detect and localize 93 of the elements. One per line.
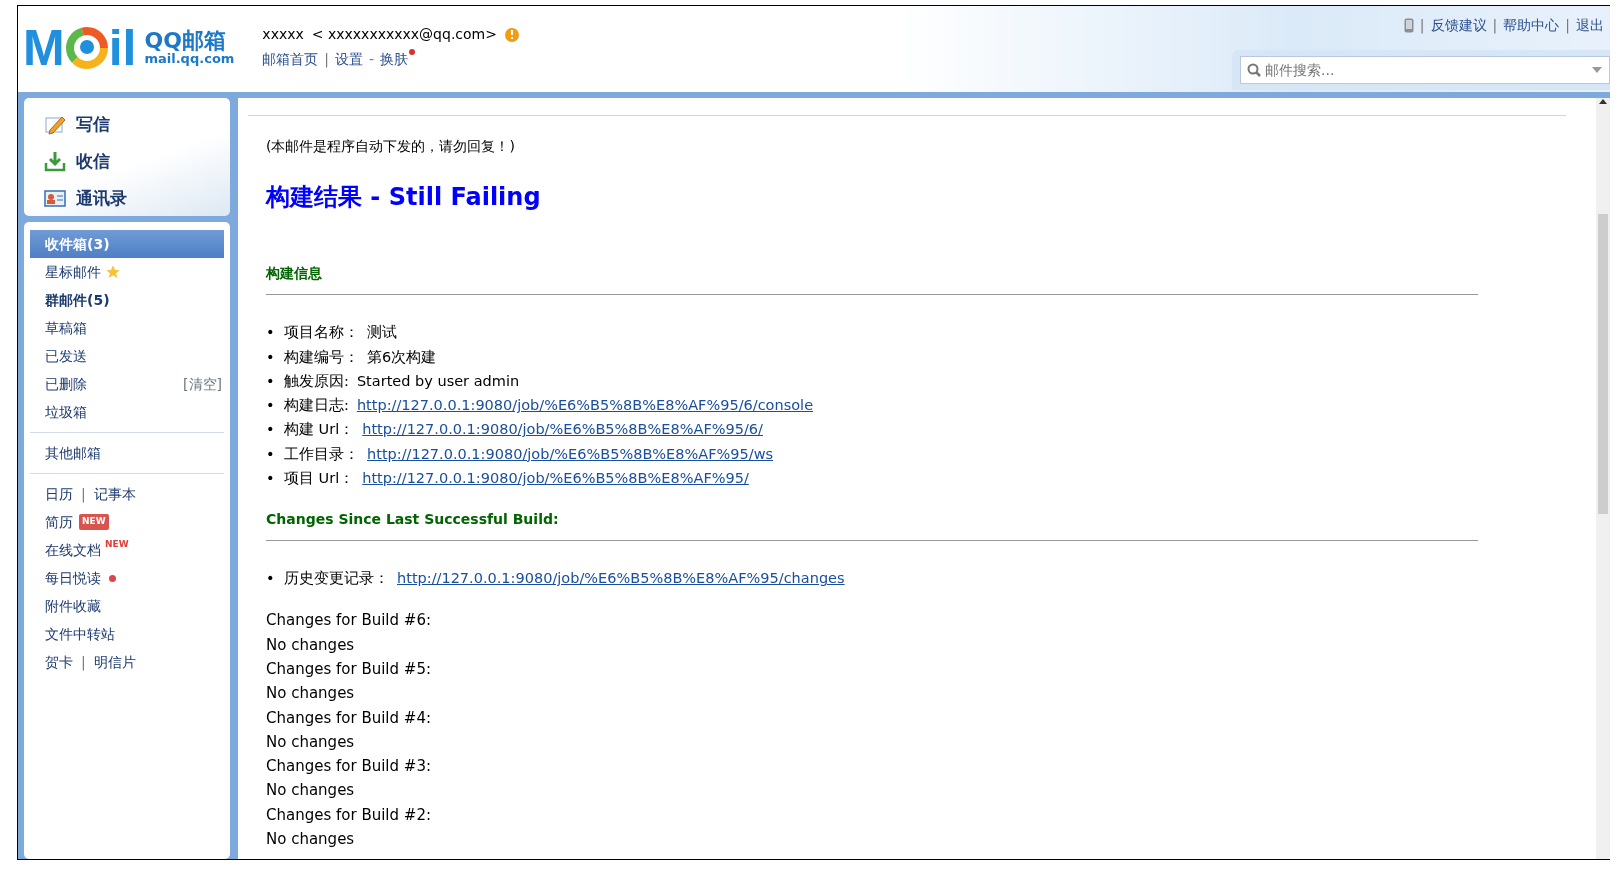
logo-letter: M <box>23 23 65 73</box>
logo-letters: il <box>108 23 137 73</box>
folder-item[interactable]: 垃圾箱 <box>30 398 224 426</box>
separator: | <box>81 484 86 505</box>
change-line: No changes <box>266 683 356 705</box>
folder-item[interactable]: 星标邮件 <box>30 258 224 286</box>
bullet: • <box>266 469 276 489</box>
info-label: 构建 Url： <box>284 420 355 440</box>
dropdown-caret-icon[interactable] <box>1592 67 1602 73</box>
separator: | <box>81 652 86 673</box>
phone-icon[interactable] <box>1403 18 1414 33</box>
pencil-icon <box>44 114 66 135</box>
bullet: • <box>266 420 276 440</box>
change-line: Changes for Build #6: <box>266 610 432 632</box>
nav-link[interactable]: 设置 <box>335 49 364 70</box>
change-line: No changes <box>266 829 356 851</box>
url-link[interactable]: http://127.0.0.1:9080/job/%E6%B5%8B%E8%AF%95/changes <box>397 568 845 591</box>
account-name: xxxxx <box>262 25 304 44</box>
info-label: 构建编号： <box>284 347 359 367</box>
alert-icon[interactable] <box>504 27 519 42</box>
folder-item[interactable]: 附件收藏 <box>30 592 224 620</box>
scroll-up-icon[interactable] <box>1599 98 1607 104</box>
info-label: 工作目录： <box>284 444 359 464</box>
folder-item[interactable]: 文件中转站 <box>30 620 224 648</box>
mail-title: 构建结果 - Still Failing <box>266 182 542 213</box>
url-link[interactable]: http://127.0.0.1:9080/job/%E6%B5%8B%E8%AF%95/ <box>362 468 749 490</box>
info-label: 构建日志: <box>284 396 349 416</box>
folder-item[interactable]: 其他邮箱 <box>30 439 224 467</box>
sidebar-link[interactable]: 贺卡 <box>45 651 73 673</box>
folder-item[interactable]: 每日悦读 <box>30 564 224 592</box>
header-link[interactable]: 帮助中心 <box>1503 15 1560 36</box>
folder-item[interactable]: 草稿箱 <box>30 314 224 342</box>
download-tray-icon <box>44 151 66 172</box>
search-field[interactable]: 邮件搜索... <box>1240 56 1610 84</box>
action-button[interactable]: 收信 <box>44 143 110 180</box>
separator: | <box>1419 16 1425 36</box>
bullet: • <box>266 444 276 464</box>
change-line: No changes <box>266 634 356 656</box>
clear-link[interactable]: [清空] <box>183 373 222 395</box>
separator: - <box>369 50 375 69</box>
url-link[interactable]: http://127.0.0.1:9080/job/%E6%B5%8B%E8%AF%95/6/ <box>362 419 763 442</box>
sidebar-link[interactable]: 日历 <box>45 483 73 505</box>
bullet: • <box>266 396 276 416</box>
brand-domain: mail.qq.com <box>144 51 235 67</box>
bullet: • <box>266 569 276 589</box>
bullet: • <box>266 323 276 343</box>
change-line: Changes for Build #5: <box>266 658 432 680</box>
search-icon <box>1247 63 1261 77</box>
logo-ring-icon <box>64 26 109 70</box>
separator: | <box>1565 16 1570 36</box>
folder-item[interactable]: 在线文档 NEW <box>30 536 224 564</box>
scroll-thumb[interactable] <box>1598 214 1608 514</box>
url-link[interactable]: http://127.0.0.1:9080/job/%E6%B5%8B%E8%AF%95/ws <box>367 443 774 466</box>
new-label: NEW <box>105 538 129 551</box>
bullet: • <box>266 371 276 391</box>
url-link[interactable]: http://127.0.0.1:9080/job/%E6%B5%8B%E8%AF%95/6/console <box>356 395 814 417</box>
header-link[interactable]: 反馈建议 <box>1430 15 1487 36</box>
nav-link[interactable]: 邮箱首页 <box>262 49 319 70</box>
change-line: Changes for Build #3: <box>266 756 432 778</box>
sidebar-link[interactable]: 明信片 <box>93 651 136 673</box>
new-badge: NEW <box>79 514 109 530</box>
sidebar-link[interactable]: 记事本 <box>93 483 136 505</box>
change-line: No changes <box>266 780 356 802</box>
section-heading: 构建信息 <box>266 264 323 283</box>
folder-item[interactable]: 已删除 [清空] <box>30 370 224 398</box>
folder-item[interactable]: 已发送 <box>30 342 224 370</box>
account-email: < xxxxxxxxxxx@qq.com> <box>311 25 497 44</box>
info-label: 项目名称： <box>284 323 359 343</box>
separator: | <box>324 50 330 70</box>
change-line: Changes for Build #4: <box>266 707 432 729</box>
nav-link[interactable]: 换肤 <box>380 49 409 70</box>
header-link[interactable]: 退出 <box>1576 15 1604 36</box>
info-value: 测试 <box>367 323 397 343</box>
scrollbar[interactable] <box>1596 98 1610 859</box>
bullet: • <box>266 347 276 367</box>
separator: | <box>1492 16 1498 36</box>
info-value: 第6次构建 <box>367 347 437 367</box>
info-value: Started by user admin <box>356 371 520 391</box>
change-line: No changes <box>266 731 356 753</box>
info-label: 历史变更记录： <box>284 569 389 589</box>
contact-card-icon <box>44 188 66 209</box>
folder-item[interactable]: 简历 NEW <box>30 508 224 536</box>
change-line: Changes for Build #2: <box>266 804 432 826</box>
action-button[interactable]: 写信 <box>44 106 110 143</box>
notice-text: (本邮件是程序自动下发的，请勿回复！) <box>266 137 516 156</box>
brand-name: QQ邮箱 <box>144 29 226 52</box>
folder-item[interactable]: 群邮件(5) <box>30 286 224 314</box>
section-heading: Changes Since Last Successful Build: <box>266 510 560 530</box>
star-icon <box>105 264 121 280</box>
action-button[interactable]: 通讯录 <box>44 180 127 217</box>
info-label: 项目 Url： <box>284 469 355 489</box>
unread-dot <box>109 574 116 582</box>
info-label: 触发原因: <box>284 371 349 391</box>
